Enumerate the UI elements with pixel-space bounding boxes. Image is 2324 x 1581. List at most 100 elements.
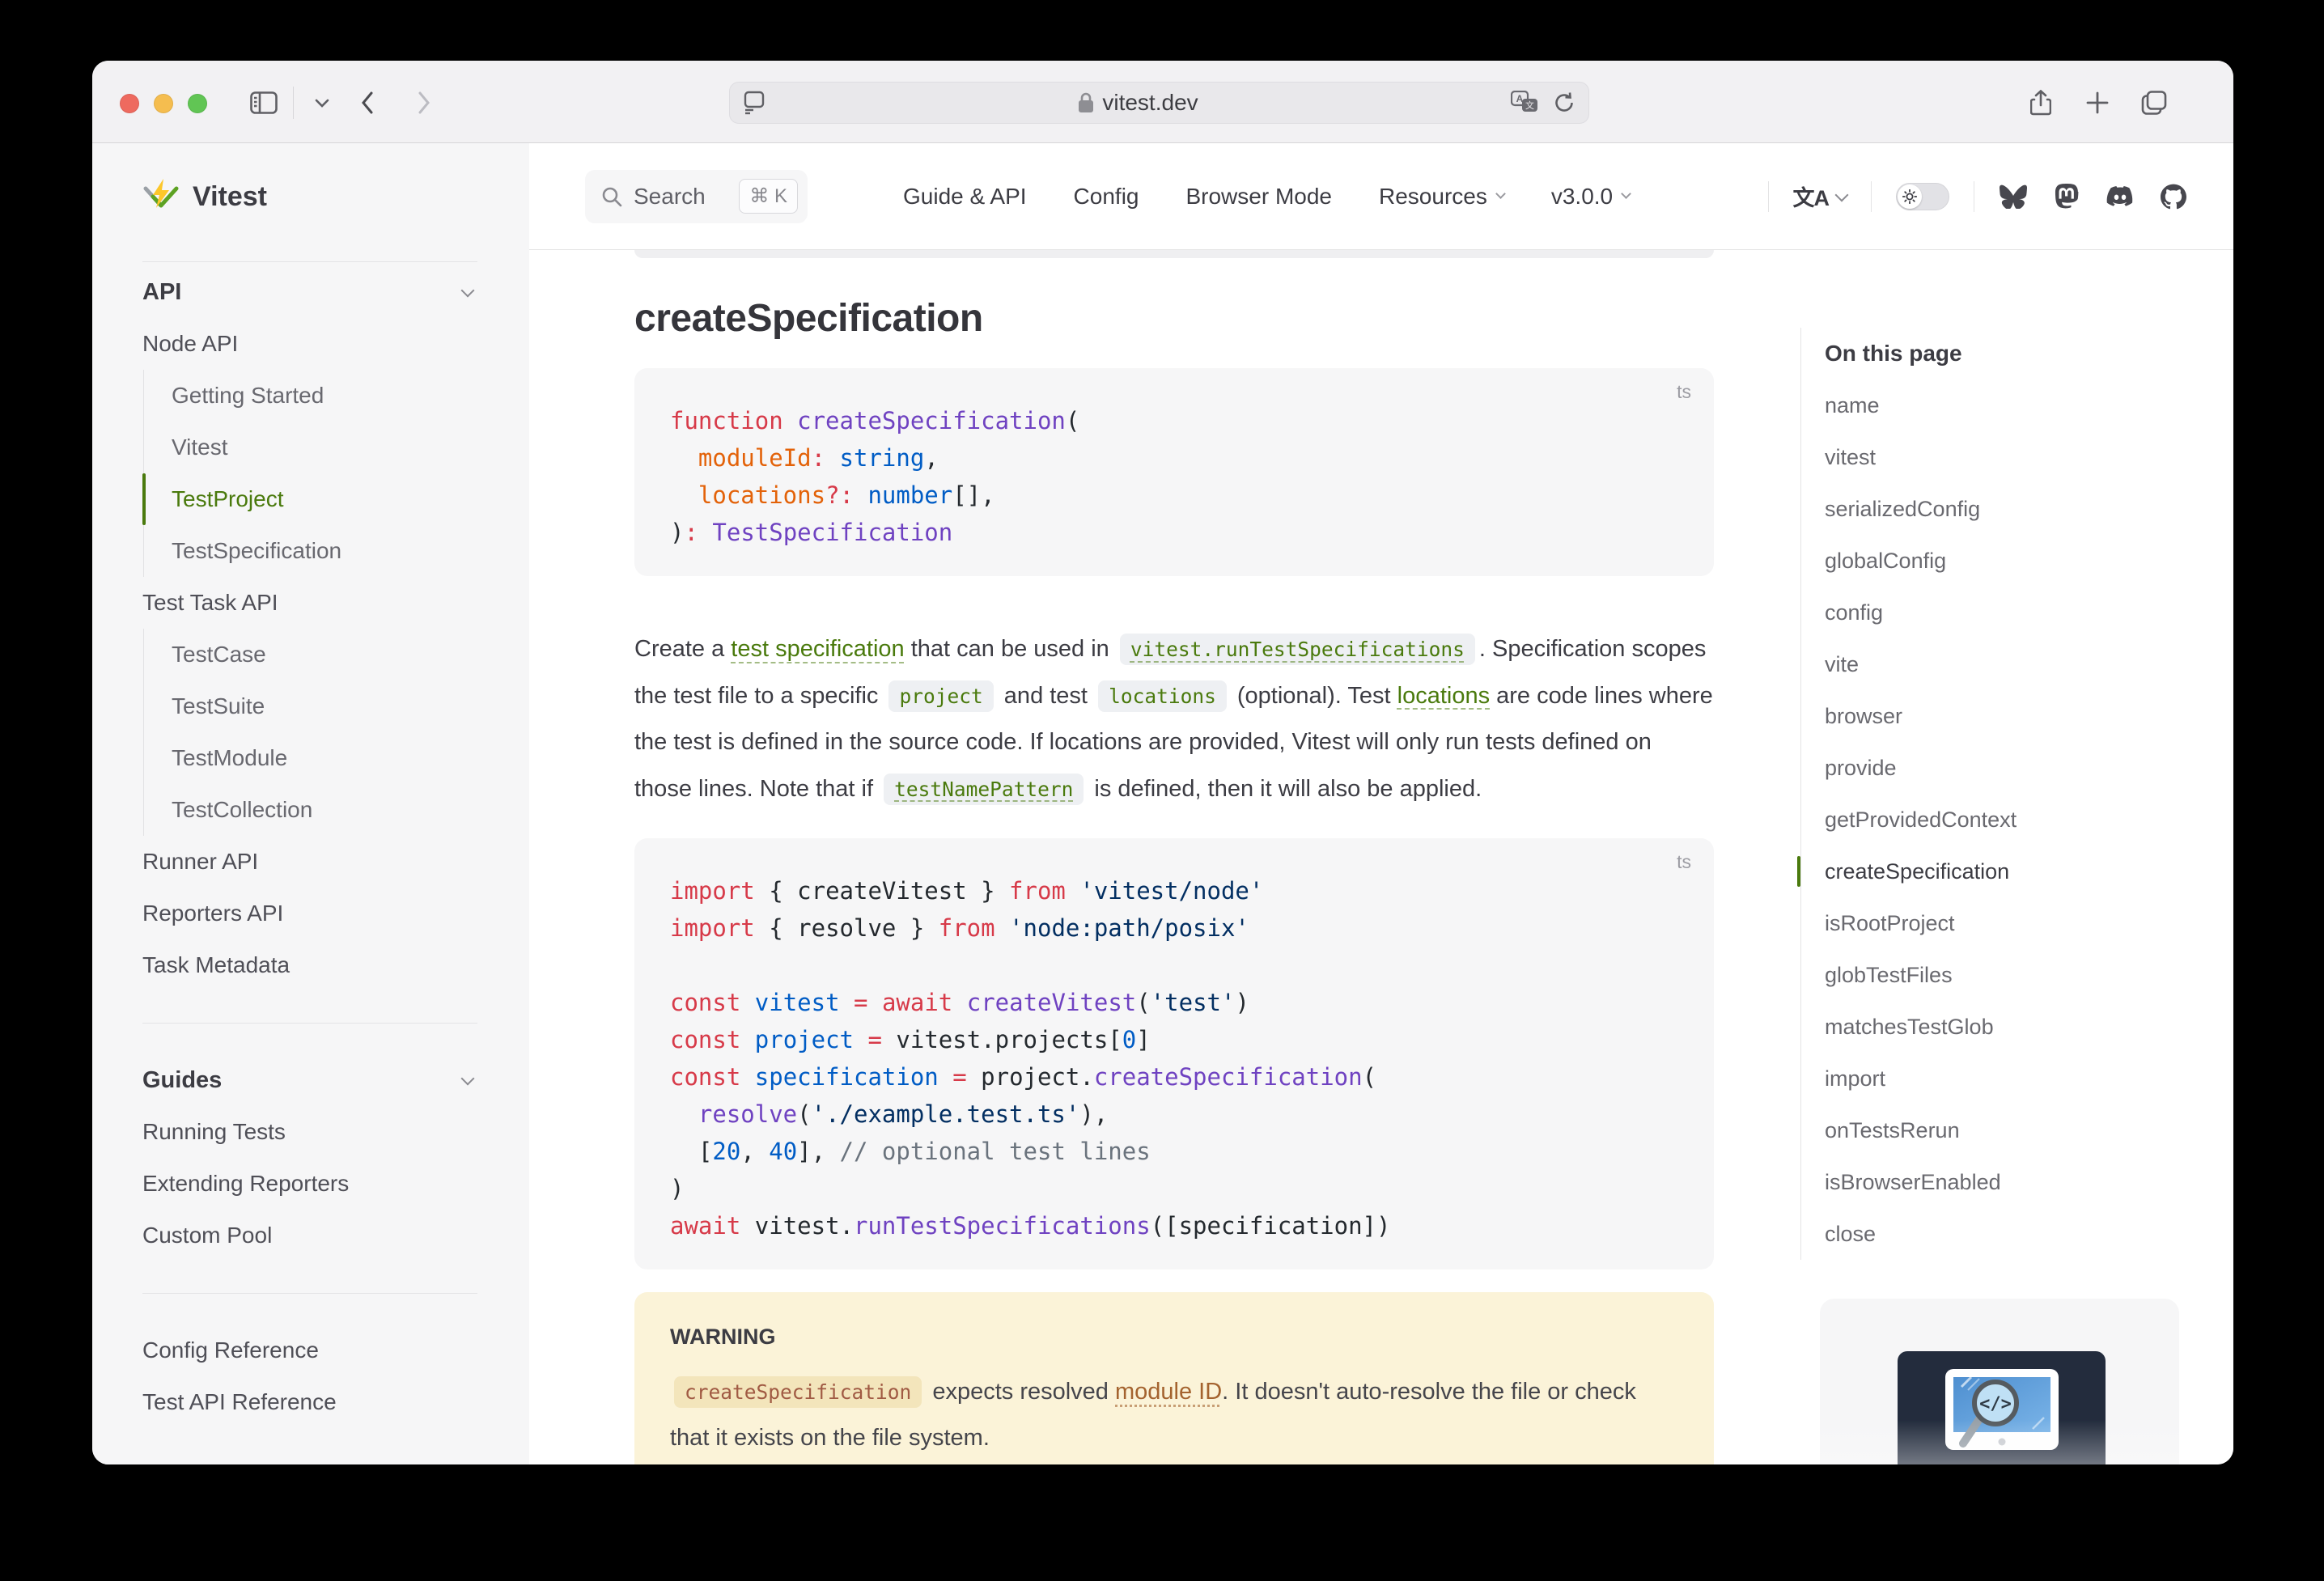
search-button[interactable]: Search ⌘ K (585, 170, 808, 223)
sidebar-nav: API Node API Getting Started Vitest Test… (142, 266, 529, 1428)
nav-link[interactable]: Browser Mode (1185, 184, 1332, 210)
toc-item[interactable]: vitest (1825, 431, 2233, 483)
mastodon-icon[interactable] (2052, 182, 2081, 211)
chevron-down-icon (1621, 189, 1631, 199)
site-logo[interactable]: Vitest (142, 172, 510, 221)
sidebar-item[interactable]: Guides (142, 1054, 529, 1106)
toc-item[interactable]: isRootProject (1825, 897, 2233, 949)
window-controls (120, 94, 207, 113)
inline-link[interactable]: testNamePattern (884, 774, 1084, 805)
sidebar-item-label: Test Task API (142, 590, 278, 616)
toc-item[interactable]: onTestsRerun (1825, 1104, 2233, 1156)
reload-icon[interactable] (1553, 91, 1575, 114)
toc-item[interactable]: import (1825, 1053, 2233, 1104)
inline-link[interactable]: test specification (731, 636, 904, 662)
nav-link[interactable]: v3.0.0 (1551, 184, 1630, 210)
zoom-window-button[interactable] (188, 94, 207, 113)
sidebar-item[interactable]: Extending Reporters (142, 1158, 529, 1210)
forward-button[interactable] (406, 85, 442, 121)
nav-link[interactable]: Config (1074, 184, 1139, 210)
sidebar-item[interactable]: TestModule (142, 732, 529, 784)
close-window-button[interactable] (120, 94, 139, 113)
sidebar-item[interactable]: TestCase (142, 629, 529, 680)
tab-overview-icon[interactable] (2136, 85, 2172, 121)
toc-item[interactable]: matchesTestGlob (1825, 1001, 2233, 1053)
sidebar-item-label: Running Tests (142, 1119, 286, 1145)
reader-icon[interactable] (743, 91, 765, 115)
toc-item[interactable]: createSpecification (1825, 846, 2233, 897)
page-title: createSpecification (634, 295, 1714, 342)
toc-item[interactable]: globTestFiles (1825, 949, 2233, 1001)
toc-item[interactable]: globalConfig (1825, 535, 2233, 587)
chevron-down-icon (1495, 189, 1506, 199)
inline-link[interactable]: module ID (1115, 1379, 1222, 1405)
header-divider (1768, 181, 1769, 212)
search-shortcut: ⌘ K (739, 179, 798, 214)
sidebar-item-label: Getting Started (172, 383, 324, 409)
new-tab-icon[interactable] (2080, 85, 2115, 121)
inline-link[interactable]: vitest.runTestSpecifications (1120, 634, 1475, 665)
inline-code: locations (1098, 680, 1227, 712)
nav-link-label: Config (1074, 184, 1139, 210)
nav-link[interactable]: Guide & API (903, 184, 1027, 210)
toc-item[interactable]: close (1825, 1208, 2233, 1260)
toc-item[interactable]: getProvidedContext (1825, 794, 2233, 846)
text-run: is defined, then it will also be applied… (1088, 776, 1482, 802)
sponsor-ad[interactable]: </> (1820, 1299, 2179, 1464)
toc-item-label: import (1825, 1066, 1885, 1091)
sidebar-item[interactable]: TestProject (142, 473, 529, 525)
theme-toggle[interactable] (1896, 183, 1949, 210)
sidebar-item-label: TestSuite (172, 693, 265, 719)
sidebar-menu-chevron-icon[interactable] (304, 85, 340, 121)
toc-item[interactable]: provide (1825, 742, 2233, 794)
toc-item[interactable]: vite (1825, 638, 2233, 690)
discord-icon[interactable] (2106, 182, 2135, 211)
sidebar-item[interactable] (142, 991, 529, 1054)
chevron-down-icon (461, 1072, 475, 1086)
warning-body: createSpecification expects resolved mod… (670, 1369, 1678, 1461)
sidebar-item[interactable]: Config Reference (142, 1325, 529, 1376)
nav-link[interactable]: Resources (1379, 184, 1504, 210)
language-switcher[interactable]: 文A (1793, 180, 1847, 212)
sidebar-item[interactable]: TestSpecification (142, 525, 529, 577)
sidebar-item[interactable]: Task Metadata (142, 939, 529, 991)
sidebar-item-label: Guides (142, 1067, 222, 1094)
toc-item[interactable]: isBrowserEnabled (1825, 1156, 2233, 1208)
nav-link-label: Browser Mode (1185, 184, 1332, 210)
sidebar-item-label: Extending Reporters (142, 1171, 349, 1197)
sidebar-item-label: TestModule (172, 745, 287, 771)
text-run: that can be used in (905, 636, 1116, 662)
share-icon[interactable] (2023, 85, 2059, 121)
sidebar-item[interactable] (142, 1261, 529, 1325)
sidebar-item[interactable]: Reporters API (142, 888, 529, 939)
sidebar-item[interactable]: Runner API (142, 836, 529, 888)
back-button[interactable] (350, 85, 385, 121)
sidebar-item[interactable]: Getting Started (142, 370, 529, 422)
sidebar-item[interactable]: TestSuite (142, 680, 529, 732)
lock-icon (1078, 92, 1094, 113)
toc-item[interactable]: serializedConfig (1825, 483, 2233, 535)
translate-icon[interactable]: A 文 (1511, 91, 1538, 115)
sidebar-item[interactable]: Node API (142, 318, 529, 370)
bluesky-icon[interactable] (1999, 182, 2028, 211)
site-title: Vitest (193, 181, 267, 213)
sidebar-item-label: Reporters API (142, 901, 283, 926)
toc-item[interactable]: name (1825, 379, 2233, 431)
sidebar-item[interactable]: Custom Pool (142, 1210, 529, 1261)
sidebar-item[interactable]: TestCollection (142, 784, 529, 836)
toc-item-label: globalConfig (1825, 549, 1946, 574)
sidebar-item[interactable]: Test API Reference (142, 1376, 529, 1428)
minimize-window-button[interactable] (154, 94, 173, 113)
ad-fade-overlay (1820, 1420, 2179, 1464)
sidebar-item[interactable]: Running Tests (142, 1106, 529, 1158)
github-icon[interactable] (2159, 182, 2188, 211)
sidebar-item[interactable]: API (142, 266, 529, 318)
inline-link[interactable]: locations (1397, 683, 1490, 709)
toc-item[interactable]: config (1825, 587, 2233, 638)
sidebar-toggle-icon[interactable] (246, 85, 282, 121)
toc-item[interactable]: browser (1825, 690, 2233, 742)
header-divider (1871, 181, 1872, 212)
sidebar-item[interactable]: Test Task API (142, 577, 529, 629)
sidebar-item[interactable]: Vitest (142, 422, 529, 473)
address-bar[interactable]: vitest.dev A 文 (729, 82, 1589, 124)
